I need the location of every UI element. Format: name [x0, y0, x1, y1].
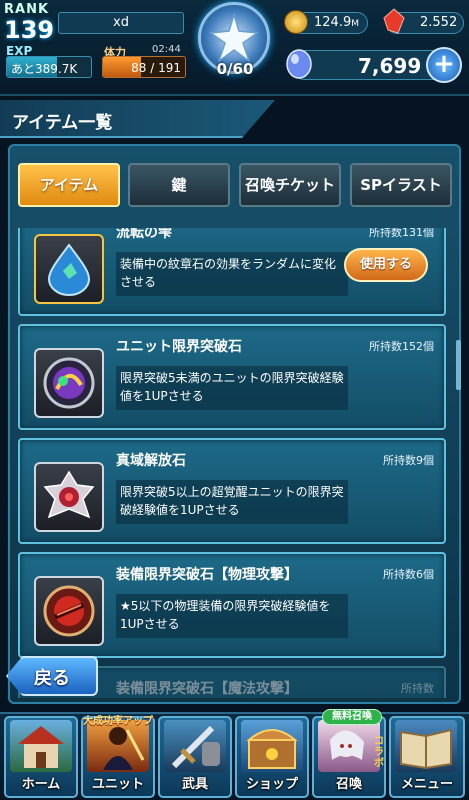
nav-weapon[interactable]: 武具: [158, 716, 232, 798]
rank-value: 139: [4, 16, 55, 44]
player-name[interactable]: xd: [58, 12, 184, 34]
list-item[interactable]: 装備限界突破石【物理攻撃】 所持数6個 ★5以下の物理装備の限界突破経験値を1U…: [18, 552, 446, 658]
nav-summon-label: 召喚: [335, 777, 362, 792]
exp-bar: あと389.7K: [6, 56, 92, 78]
true-realm-stone-icon: [34, 462, 104, 532]
tab-sp-illust[interactable]: SPイラスト: [350, 163, 452, 207]
coin-icon: [284, 10, 308, 34]
blue-drop-icon: [34, 234, 104, 304]
item-owned: 所持数152個: [369, 340, 434, 353]
rank-label: RANK: [4, 2, 50, 17]
shop-icon: [241, 720, 303, 772]
list-item[interactable]: ユニット限界突破石 所持数152個 限界突破5未満のユニットの限界突破経験値を1…: [18, 324, 446, 430]
unit-badge: 大成功率アップ: [83, 716, 153, 727]
unit-limit-stone-icon: [34, 348, 104, 418]
nav-home-label: ホーム: [21, 777, 61, 792]
gem-value: 7,699: [358, 54, 422, 78]
back-label: 戻る: [34, 668, 70, 689]
item-name: 装備限界突破石【魔法攻撃】: [116, 681, 298, 697]
red-crystal-icon: [383, 8, 405, 34]
item-owned: 所持数6個: [383, 568, 434, 581]
add-gems-button[interactable]: +: [426, 47, 462, 83]
nav-unit-label: ユニット: [91, 777, 144, 792]
weapon-icon: [164, 720, 226, 772]
gem-icon: [286, 49, 312, 79]
item-description: 限界突破5以上の超覚醒ユニットの限界突破経験値を1UPさせる: [116, 480, 348, 524]
item-list[interactable]: 流転の雫 所持数131個 装備中の紋章石の効果をランダムに変化させる 使用する …: [14, 228, 454, 698]
menu-book-icon: [395, 720, 457, 772]
nav-home[interactable]: ホーム: [4, 716, 78, 798]
collab-badge: コラボ: [374, 736, 384, 769]
tab-items[interactable]: アイテム: [18, 163, 120, 207]
item-owned: 所持数9個: [383, 454, 434, 467]
list-item[interactable]: 流転の雫 所持数131個 装備中の紋章石の効果をランダムに変化させる 使用する: [18, 228, 446, 316]
nav-shop-label: ショップ: [245, 777, 298, 792]
home-icon: [10, 720, 72, 772]
nav-weapon-label: 武具: [181, 777, 208, 792]
nav-menu[interactable]: メニュー: [389, 716, 465, 798]
free-summon-badge: 無料召喚: [322, 709, 382, 725]
list-item[interactable]: 真域解放石 所持数9個 限界突破5以上の超覚醒ユニットの限界突破経験値を1UPさ…: [18, 438, 446, 544]
nav-shop[interactable]: ショップ: [235, 716, 309, 798]
stamina-bar: 88 / 191: [102, 56, 186, 78]
item-owned: 所持数: [401, 682, 434, 695]
exp-remaining: あと389.7K: [11, 62, 78, 76]
quest-progress: 0/60: [216, 60, 254, 78]
red-crystal-value: 2.552: [420, 15, 458, 30]
item-description: 限界突破5未満のユニットの限界突破経験値を1UPさせる: [116, 366, 348, 410]
nav-menu-label: メニュー: [400, 777, 453, 792]
item-name: 装備限界突破石【物理攻撃】: [116, 567, 298, 583]
tab-keys[interactable]: 鍵: [128, 163, 230, 207]
gold-value: 124.9M: [314, 15, 359, 30]
stamina-timer: 02:44: [152, 44, 181, 55]
stamina-value: 88 / 191: [131, 61, 181, 75]
item-description: 装備中の紋章石の効果をランダムに変化させる: [116, 252, 348, 296]
page-title: アイテム一覧: [12, 113, 113, 133]
item-owned: 所持数131個: [369, 228, 434, 239]
item-description: ★5以下の物理装備の限界突破経験値を1UPさせる: [116, 594, 348, 638]
equip-limit-stone-icon: [34, 576, 104, 646]
item-name: 流転の雫: [116, 228, 172, 241]
item-name: 真域解放石: [116, 453, 186, 469]
nav-unit[interactable]: ユニット: [81, 716, 155, 798]
tab-summon-tickets[interactable]: 召喚チケット: [239, 163, 341, 207]
list-scrollbar[interactable]: [456, 340, 461, 390]
item-name: ユニット限界突破石: [116, 339, 242, 355]
use-button[interactable]: 使用する: [344, 248, 428, 282]
